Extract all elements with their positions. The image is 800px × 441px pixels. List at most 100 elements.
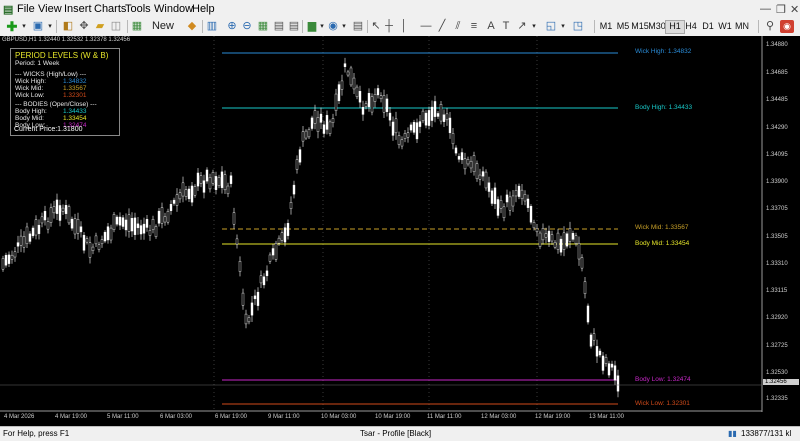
channel-icon[interactable]: ⫽ [452, 19, 464, 34]
vertical-line-icon[interactable]: │ [398, 19, 410, 34]
candle-body [271, 248, 275, 256]
new-order-button[interactable]: New Order [143, 19, 183, 47]
chart-shift-icon[interactable]: ▤ [272, 19, 286, 34]
candle-body [376, 88, 380, 96]
candle-body [265, 270, 269, 277]
arrows-icon[interactable]: ↗ [516, 19, 528, 34]
chevron-down-icon[interactable]: ▾ [20, 19, 28, 34]
candle-body [355, 86, 359, 97]
label-tool-icon[interactable]: T [500, 19, 512, 34]
timeframe-h4[interactable]: H4 [682, 21, 700, 31]
horizontal-line-icon[interactable]: — [420, 19, 432, 34]
candle-body [514, 190, 518, 197]
crosshair-icon[interactable]: ┼ [383, 19, 395, 34]
time-tick: 5 Mar 11:00 [107, 414, 139, 420]
price-tick: 1.34880 [766, 42, 788, 48]
one-click-icon[interactable]: ◳ [572, 19, 584, 34]
candle-body [43, 211, 47, 221]
periods-icon[interactable]: ◉ [326, 19, 340, 34]
tile-windows-icon[interactable]: ▦ [256, 19, 270, 34]
symbol-header: GBPUSD,H1 1.32440 1.32532 1.32378 1.3245… [2, 37, 131, 43]
market-watch-icon[interactable]: ◧ [60, 19, 76, 34]
profile-icon[interactable]: ◉ [780, 20, 794, 33]
profiles-icon[interactable]: ▣ [30, 19, 46, 34]
candle-body [538, 232, 542, 247]
menu-tools[interactable]: Tools [125, 3, 151, 15]
timeframe-m1[interactable]: M1 [597, 21, 615, 31]
candle-body [307, 129, 311, 138]
timeframe-d1[interactable]: D1 [699, 21, 717, 31]
price-tick: 1.32725 [766, 343, 788, 349]
candle-body [289, 202, 293, 209]
menu-file[interactable]: File [17, 3, 35, 15]
candle-body [316, 117, 320, 132]
restore-icon[interactable]: ❐ [776, 3, 786, 16]
fibonacci-icon[interactable]: ≡ [468, 19, 480, 34]
menu-view[interactable]: View [38, 3, 62, 15]
timeframe-m5[interactable]: M5 [614, 21, 632, 31]
timeframe-m30[interactable]: M30 [648, 21, 666, 31]
candle-body [211, 172, 215, 184]
text-tool-icon[interactable]: A [485, 19, 497, 34]
candle-body [241, 292, 245, 306]
timeframe-mn[interactable]: MN [733, 21, 751, 31]
toolbar-divider [302, 20, 303, 33]
wick-mid-label: Wick Mid: [15, 85, 44, 92]
menu-help[interactable]: Help [192, 3, 215, 15]
autoscroll-icon[interactable]: ▤ [287, 19, 301, 34]
timeframe-w1[interactable]: W1 [716, 21, 734, 31]
candle-body [37, 224, 41, 234]
shapes-icon[interactable]: ◱ [545, 19, 557, 34]
cursor-icon[interactable]: ↖ [370, 19, 382, 34]
candle-body [421, 110, 425, 122]
candle-body [319, 113, 323, 123]
chevron-down-icon[interactable]: ▾ [46, 19, 54, 34]
zoom-out-icon[interactable]: ⊖ [240, 19, 254, 34]
chart-type-icon[interactable]: ▥ [206, 19, 218, 34]
candle-body [139, 225, 143, 235]
zoom-in-icon[interactable]: ⊕ [225, 19, 239, 34]
candle-body [133, 217, 137, 235]
toolbar-divider [758, 20, 759, 33]
menu-window[interactable]: Window [154, 3, 193, 15]
body-high-label: Body High: [15, 108, 47, 115]
new-order-icon[interactable]: ▦ [131, 19, 143, 34]
price-tick: 1.33115 [766, 288, 788, 294]
close-icon[interactable]: ✕ [790, 3, 799, 16]
candle-body [454, 147, 458, 154]
trendline-icon[interactable]: ╱ [436, 19, 448, 34]
candle-body [475, 163, 479, 180]
chevron-down-icon[interactable]: ▾ [318, 19, 326, 34]
candle-body [97, 244, 101, 250]
chevron-down-icon[interactable]: ▾ [530, 19, 538, 34]
candle-body [85, 238, 89, 243]
new-chart-icon[interactable]: ✚ [4, 19, 20, 34]
minimize-icon[interactable]: — [760, 3, 771, 15]
strategy-tester-icon[interactable]: ◫ [108, 19, 124, 34]
candle-body [412, 122, 416, 133]
candle-body [166, 211, 170, 223]
candle-body [583, 281, 587, 294]
templates-icon[interactable]: ▤ [351, 19, 365, 34]
candle-body [202, 180, 206, 193]
candle-body [88, 242, 92, 258]
candle-body [493, 187, 497, 205]
auto-trading-icon[interactable]: ◆ [184, 19, 200, 34]
chevron-down-icon[interactable]: ▾ [559, 19, 567, 34]
timeframe-m15[interactable]: M15 [631, 21, 649, 31]
crosshair-move-icon[interactable]: ✥ [76, 19, 92, 34]
chevron-down-icon[interactable]: ▾ [340, 19, 348, 34]
wick-low-label: Wick Low: [15, 92, 45, 99]
menu-charts[interactable]: Charts [94, 3, 126, 15]
time-tick: 4 Mar 19:00 [55, 414, 88, 420]
app-icon[interactable]: ▤ [3, 3, 13, 16]
candle-body [610, 363, 614, 368]
candle-body [574, 235, 578, 244]
indicators-icon[interactable]: ▆ [305, 19, 319, 34]
wick-mid-level-label: Wick Mid: 1.33567 [635, 224, 689, 231]
candle-body [331, 118, 335, 123]
search-icon[interactable]: ⚲ [764, 19, 776, 34]
candle-body [301, 131, 305, 142]
folder-icon[interactable]: ▰ [92, 19, 108, 34]
menu-insert[interactable]: Insert [64, 3, 92, 15]
